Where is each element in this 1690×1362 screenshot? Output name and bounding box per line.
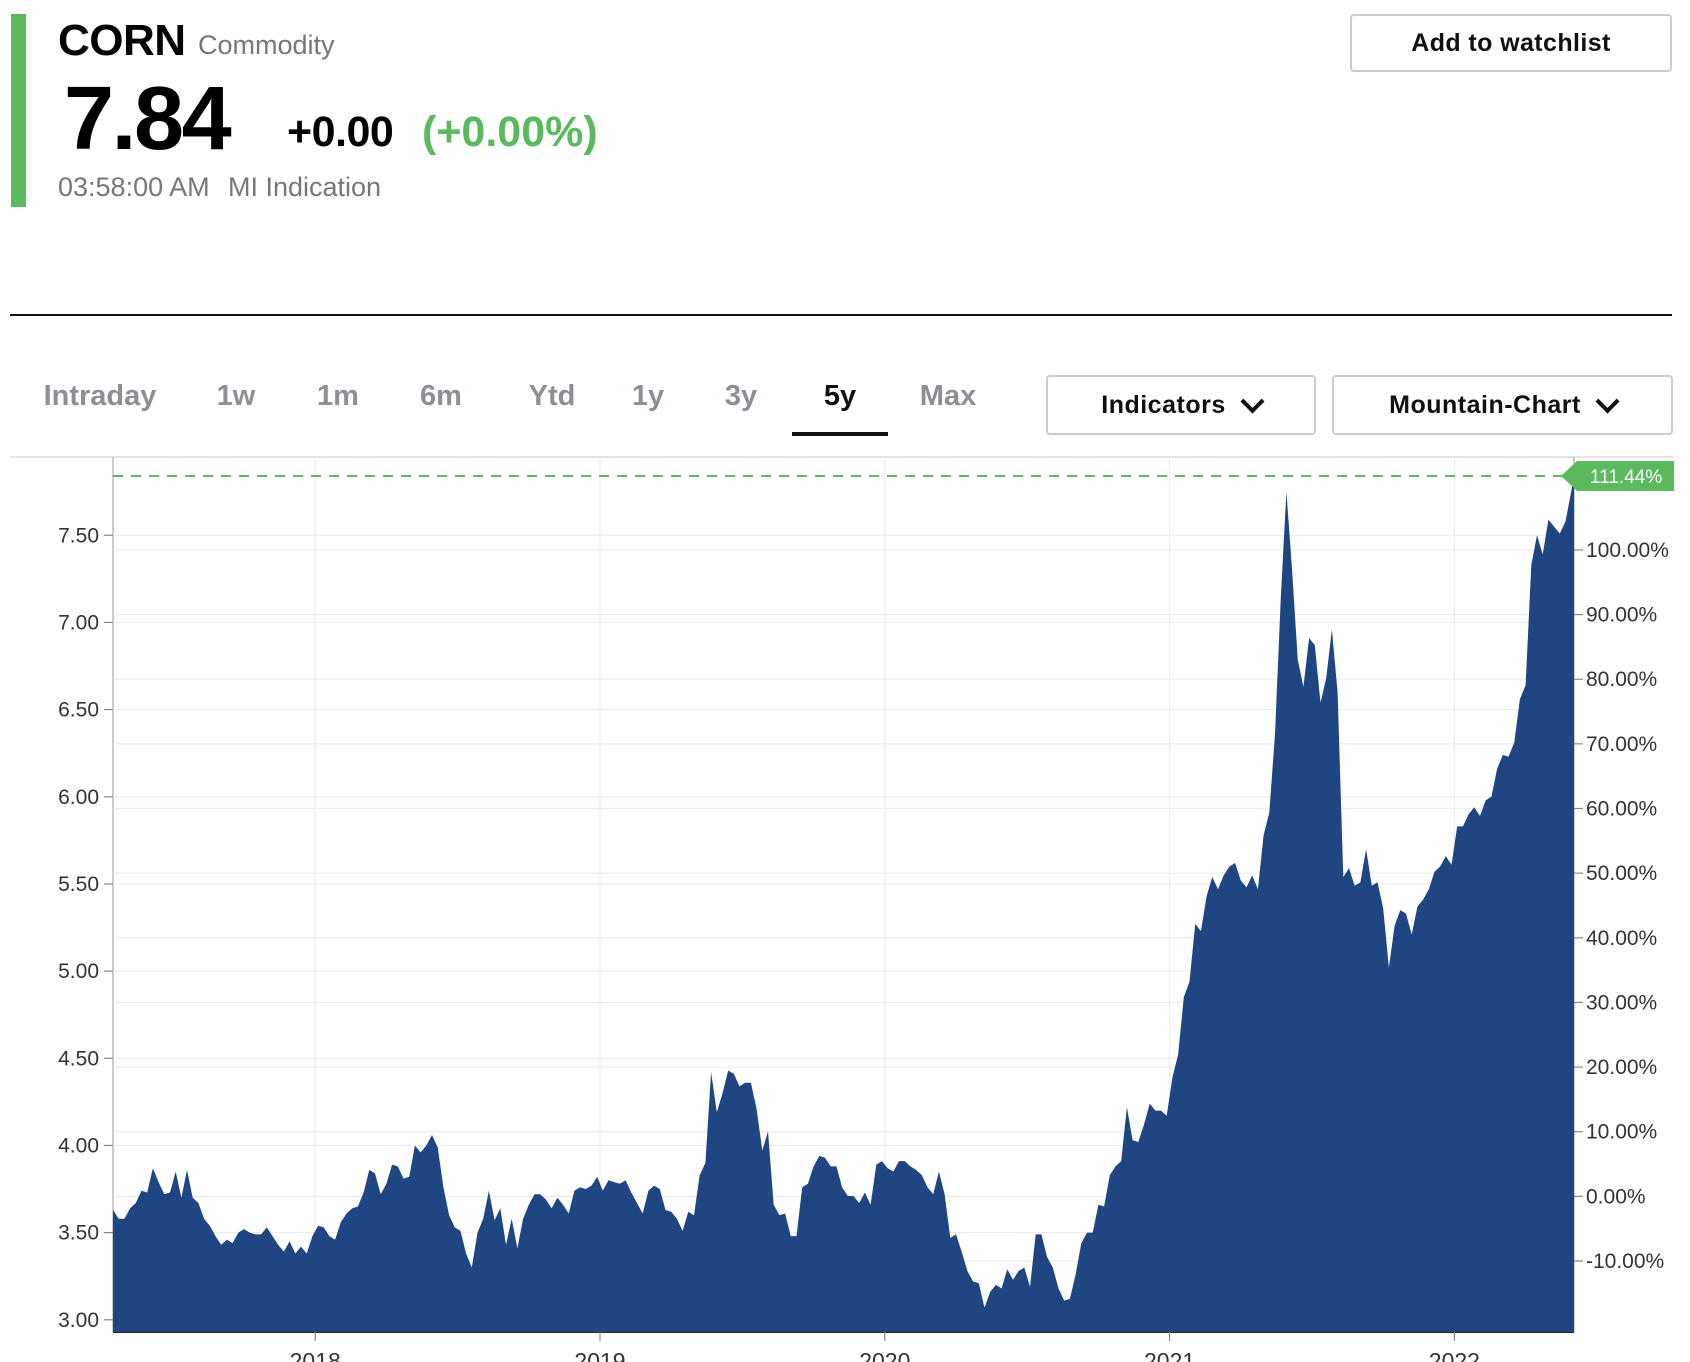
y2-tick-label: 60.00% bbox=[1586, 797, 1657, 820]
y2-tick-label: 30.00% bbox=[1586, 991, 1657, 1014]
y-tick-label: 4.00 bbox=[58, 1134, 99, 1157]
y-tick-label: 4.50 bbox=[58, 1047, 99, 1070]
tab-ytd[interactable]: Ytd bbox=[517, 370, 587, 432]
chevron-down-icon bbox=[1240, 388, 1265, 414]
tab-5y[interactable]: 5y bbox=[792, 370, 888, 436]
y2-tick-label: 80.00% bbox=[1586, 668, 1657, 691]
indicators-dropdown-label: Indicators bbox=[1101, 390, 1226, 419]
x-tick-label: 2018 bbox=[290, 1348, 341, 1362]
left-axis-ticks: 3.00 3.50 4.00 4.50 5.00 5.50 6.00 6.50 7.00 7.50 bbox=[58, 524, 113, 1332]
tab-max[interactable]: Max bbox=[908, 370, 988, 432]
y-tick-label: 5.50 bbox=[58, 873, 99, 896]
current-value-badge-text: 111.44% bbox=[1590, 467, 1662, 488]
quote-page: CORN Commodity 7.84 +0.00 (+0.00%) 03:58… bbox=[0, 0, 1690, 1362]
y2-tick-label: 10.00% bbox=[1586, 1121, 1657, 1144]
chart-type-dropdown-label: Mountain-Chart bbox=[1389, 390, 1581, 419]
x-tick-label: 2019 bbox=[574, 1348, 625, 1362]
tab-1w[interactable]: 1w bbox=[208, 370, 264, 432]
y2-tick-label: 90.00% bbox=[1586, 604, 1657, 627]
tab-3y[interactable]: 3y bbox=[713, 370, 769, 432]
tab-1m[interactable]: 1m bbox=[310, 370, 366, 432]
y-tick-label: 5.00 bbox=[58, 960, 99, 983]
x-tick-label: 2021 bbox=[1144, 1348, 1195, 1362]
price-chart: 3.00 3.50 4.00 4.50 5.00 5.50 6.00 6.50 7.00 7.50… bbox=[10, 456, 1674, 1362]
y-tick-label: 7.50 bbox=[58, 524, 99, 547]
price-change-percent: (+0.00%) bbox=[422, 108, 598, 156]
tab-1y[interactable]: 1y bbox=[620, 370, 676, 432]
header-divider bbox=[10, 314, 1672, 316]
right-axis-ticks: -10.00% 0.00% 10.00% 20.00% 30.00% 40.00% 50.0… bbox=[1574, 539, 1669, 1273]
y-tick-label: 6.00 bbox=[58, 786, 99, 809]
y2-tick-label: 20.00% bbox=[1586, 1056, 1657, 1079]
last-price: 7.84 bbox=[64, 69, 232, 169]
y2-tick-label: 70.00% bbox=[1586, 733, 1657, 756]
y-tick-label: 6.50 bbox=[58, 699, 99, 722]
y2-tick-label: 50.00% bbox=[1586, 862, 1657, 885]
x-tick-label: 2020 bbox=[859, 1348, 910, 1362]
quote-timestamp: 03:58:00 AM bbox=[58, 172, 210, 202]
y2-tick-label: 100.00% bbox=[1586, 539, 1669, 562]
x-axis-ticks: 2018 2019 2020 2021 2022 bbox=[290, 1332, 1480, 1362]
indicators-dropdown[interactable]: Indicators bbox=[1046, 375, 1316, 435]
quote-source-label: MI Indication bbox=[228, 172, 382, 202]
current-value-badge: 111.44% bbox=[1561, 461, 1674, 491]
y2-tick-label: 0.00% bbox=[1586, 1185, 1646, 1208]
chart-type-dropdown[interactable]: Mountain-Chart bbox=[1332, 375, 1673, 435]
tab-6m[interactable]: 6m bbox=[413, 370, 469, 432]
add-to-watchlist-button[interactable]: Add to watchlist bbox=[1350, 14, 1672, 72]
ticker-symbol: CORN bbox=[58, 16, 186, 65]
asset-type-label: Commodity bbox=[198, 30, 335, 60]
chevron-down-icon bbox=[1595, 388, 1620, 414]
y-tick-label: 3.50 bbox=[58, 1222, 99, 1245]
y-tick-label: 3.00 bbox=[58, 1309, 99, 1332]
y2-tick-label: 40.00% bbox=[1586, 927, 1657, 950]
x-tick-label: 2022 bbox=[1429, 1348, 1480, 1362]
y2-tick-label: -10.00% bbox=[1586, 1250, 1664, 1273]
price-change: +0.00 bbox=[287, 108, 394, 156]
tab-intraday[interactable]: Intraday bbox=[42, 370, 158, 432]
price-area bbox=[113, 476, 1574, 1332]
price-accent-bar bbox=[11, 14, 26, 207]
y-tick-label: 7.00 bbox=[58, 611, 99, 634]
